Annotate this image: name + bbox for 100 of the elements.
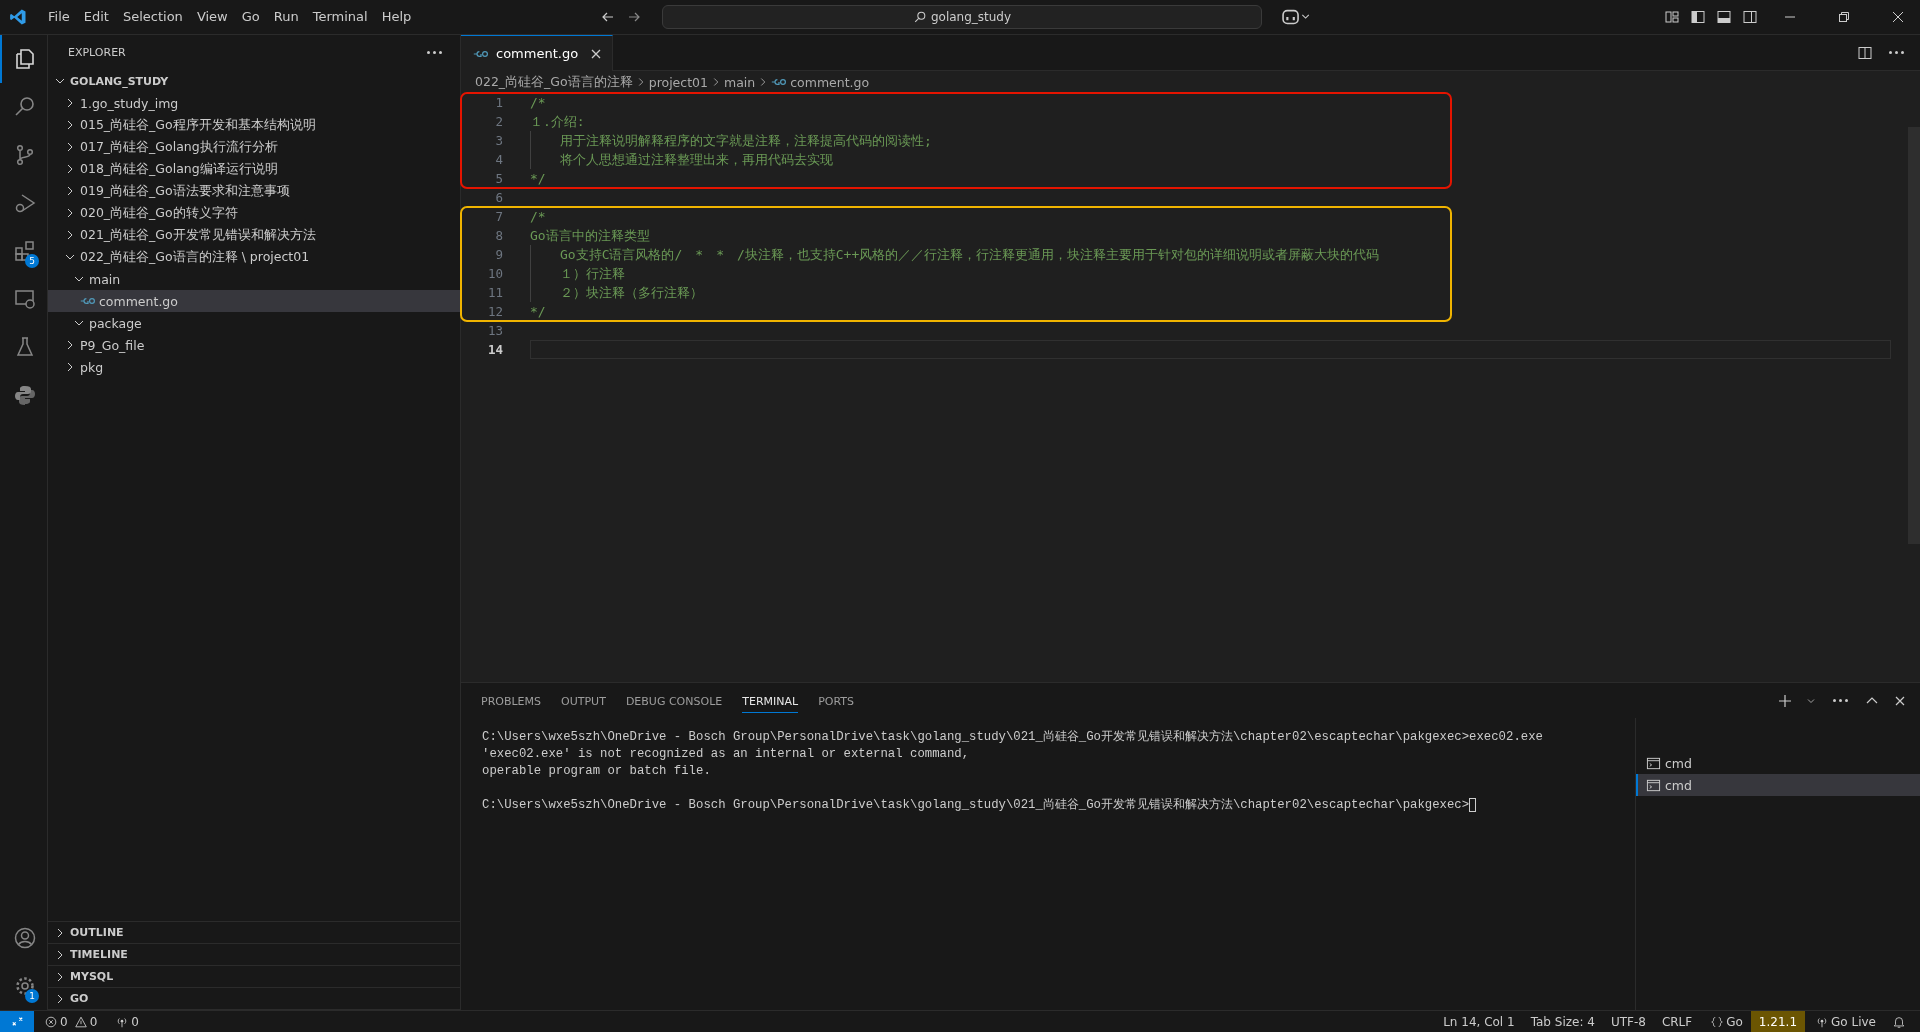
status-count[interactable]: 0 (131, 1014, 139, 1029)
panel-tab[interactable]: PORTS (818, 688, 854, 713)
copilot-icon[interactable] (1282, 8, 1312, 26)
toggle-panel-icon[interactable] (1716, 9, 1732, 25)
menu-item[interactable]: File (41, 0, 77, 34)
code-comment: */ (530, 303, 546, 321)
terminal-icon (1646, 777, 1661, 793)
line-number: 4 (494, 152, 503, 167)
line-number: 12 (486, 304, 503, 319)
tree-item[interactable]: main (48, 268, 460, 290)
code-comment: /* (530, 94, 546, 112)
panel-tab[interactable]: OUTPUT (561, 688, 606, 713)
code-comment: Go语言中的注释类型 (530, 226, 650, 245)
status-item[interactable]: Ln 14, Col 1 (1435, 1010, 1523, 1032)
menu-item[interactable]: Run (266, 0, 306, 34)
breadcrumb-item[interactable]: main (724, 74, 756, 90)
tree-item[interactable]: 018_尚硅谷_Golang编译运行说明 (48, 158, 460, 180)
menu-item[interactable]: Edit (76, 0, 116, 34)
layout-icon[interactable] (1664, 9, 1680, 25)
line-number: 11 (486, 285, 503, 300)
terminal-icon (1646, 755, 1661, 771)
activity-bar-item[interactable]: 1 (0, 962, 47, 1010)
menu-item[interactable]: Selection (115, 0, 190, 34)
status-item[interactable]: Tab Size: 4 (1522, 1010, 1603, 1032)
code-comment: 用于注释说明解释程序的文字就是注释，注释提高代码的阅读性; (530, 131, 932, 150)
notification-bell-icon[interactable] (1892, 1014, 1906, 1029)
language-mode[interactable]: Go (1726, 1010, 1743, 1032)
go-live-item[interactable]: Go Live (1831, 1010, 1876, 1032)
editor-tab[interactable]: comment.go (461, 35, 614, 71)
section-header[interactable]: OUTLINE (48, 922, 460, 944)
code-comment: */ (530, 170, 546, 188)
menu-item[interactable]: Help (374, 0, 419, 34)
activity-bar-item[interactable]: 5 (0, 227, 47, 275)
section-header[interactable]: MYSQL (48, 966, 460, 988)
tree-item[interactable]: 1.go_study_img (48, 92, 460, 114)
extensions-icon (12, 239, 37, 263)
tree-item[interactable]: 020_尚硅谷_Go的转义字符 (48, 202, 460, 224)
workspace-header[interactable]: GOLANG_STUDY (48, 70, 460, 92)
tree-item[interactable]: 019_尚硅谷_Go语法要求和注意事项 (48, 180, 460, 202)
status-item[interactable]: UTF-8 (1602, 1010, 1654, 1032)
terminal-instance[interactable]: cmd (1636, 774, 1920, 796)
code-comment: １）行注释 (530, 264, 625, 283)
breadcrumb-item[interactable]: comment.go (790, 74, 870, 90)
menu-item[interactable]: Terminal (305, 0, 375, 34)
file-icon (80, 296, 96, 306)
section-header[interactable]: TIMELINE (48, 944, 460, 966)
status-count[interactable]: 0 (60, 1014, 68, 1029)
split-editor-icon[interactable] (1857, 44, 1873, 61)
search-icon (912, 10, 927, 24)
error-icon (44, 1014, 58, 1029)
line-number: 7 (494, 209, 503, 224)
tree-item[interactable]: package (48, 312, 460, 334)
badge: 5 (25, 254, 39, 268)
file-icon (473, 48, 489, 59)
line-number: 5 (494, 171, 503, 186)
line-number: 6 (494, 190, 503, 205)
monitor-icon (12, 287, 37, 311)
terminal-output: 'exec02.exe' is not recognized as an internal or external command, (482, 746, 970, 761)
terminal-cursor (1469, 797, 1477, 812)
breadcrumb-item[interactable]: project01 (648, 74, 708, 90)
remote-indicator[interactable] (0, 1010, 34, 1032)
status-count[interactable]: 0 (89, 1014, 98, 1029)
code-comment: Go支持C语言风格的/ * * /块注释，也支持C++风格的／／行注释，行注释更通用，块注释主要用于针对包的详细说明或者屏蔽大块的代码 (530, 245, 1380, 264)
panel-tab[interactable]: DEBUG CONSOLE (625, 688, 723, 713)
close-icon[interactable] (1890, 9, 1906, 25)
panel-tab[interactable]: TERMINAL (742, 688, 799, 713)
terminal-output: operable program or batch file. (482, 763, 711, 778)
sidebar-title: EXPLORER (68, 46, 126, 59)
terminal-output: C:\Users\wxe5szh\OneDrive - Bosch Group\PersonalDrive\task\golang_study\021_尚硅谷_Go开发常见错误和解决方法\chapter02\escaptechar\pakgexec> (482, 797, 1470, 813)
code-comment: １.介绍: (530, 112, 585, 131)
warning-icon (73, 1014, 88, 1029)
tree-item[interactable]: P9_Go_file (48, 334, 460, 356)
tree-item[interactable]: pkg (48, 356, 460, 378)
status-item[interactable]: CRLF (1653, 1010, 1701, 1032)
code-comment: 将个人思想通过注释整理出来，再用代码去实现 (530, 150, 833, 169)
command-center-search[interactable]: golang_study (662, 5, 1262, 29)
tree-item[interactable]: 017_尚硅谷_Golang执行流行分析 (48, 136, 460, 158)
go-version-item[interactable]: 1.21.1 (1750, 1010, 1806, 1032)
tree-item[interactable]: 022_尚硅谷_Go语言的注释 \ project01 (48, 246, 460, 268)
tree-item[interactable]: 015_尚硅谷_Go程序开发和基本结构说明 (48, 114, 460, 136)
terminal-instance[interactable]: cmd (1636, 752, 1920, 774)
panel-tab[interactable]: PROBLEMS (481, 688, 542, 713)
menu-item[interactable]: View (189, 0, 235, 34)
code-comment: /* (530, 208, 546, 226)
restore-icon[interactable] (1836, 9, 1852, 25)
line-number: 1 (494, 95, 503, 110)
app-logo-icon (9, 8, 27, 26)
account-icon (12, 926, 37, 950)
toggle-secondary-sidebar-icon[interactable] (1742, 9, 1758, 25)
menu-item[interactable]: Go (234, 0, 267, 34)
file-icon (771, 77, 788, 87)
line-number: 8 (494, 228, 503, 243)
tab-label: comment.go (496, 46, 579, 61)
tree-item[interactable]: comment.go (48, 290, 460, 312)
toggle-sidebar-icon[interactable] (1690, 9, 1706, 25)
tree-item[interactable]: 021_尚硅谷_Go开发常见错误和解决方法 (48, 224, 460, 246)
breadcrumb-item[interactable]: 022_尚硅谷_Go语言的注释 (475, 73, 633, 91)
line-number: 2 (494, 114, 503, 129)
line-number: 10 (486, 266, 503, 281)
new-terminal-icon[interactable] (1777, 692, 1793, 709)
